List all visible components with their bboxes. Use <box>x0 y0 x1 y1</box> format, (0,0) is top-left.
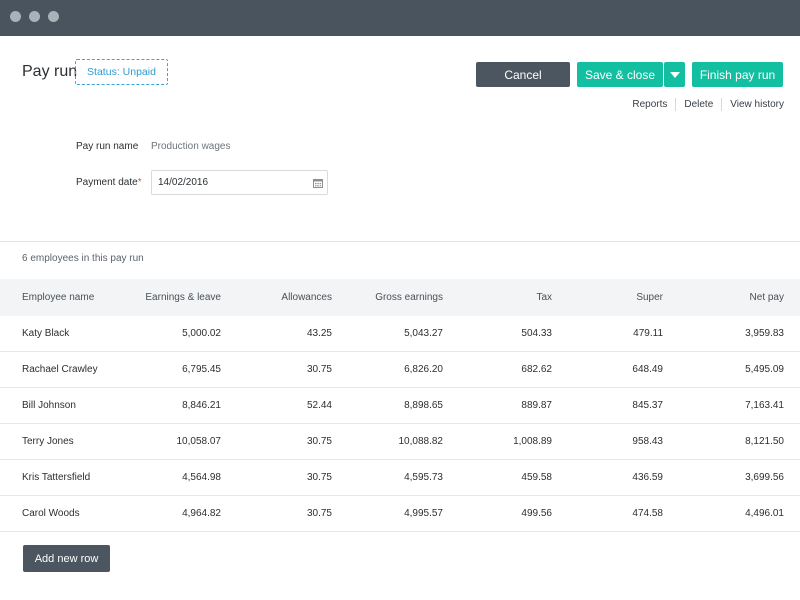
calendar-icon[interactable] <box>313 178 323 188</box>
pay-run-name-value: Production wages <box>151 141 231 152</box>
window-close-button[interactable] <box>10 11 21 22</box>
window-titlebar <box>0 0 800 36</box>
super-cell[interactable]: 648.49 <box>552 364 663 375</box>
employee-count: 6 employees in this pay run <box>22 253 144 264</box>
save-close-button[interactable]: Save & close <box>577 62 663 87</box>
net-pay-cell: 8,121.50 <box>745 436 784 447</box>
gross-earnings-cell: 6,826.20 <box>404 364 443 375</box>
cancel-button[interactable]: Cancel <box>476 62 570 87</box>
table-row[interactable]: Bill Johnson 8,846.21 52.44 8,898.65 889… <box>0 388 800 424</box>
gross-earnings-cell: 8,898.65 <box>404 400 443 411</box>
earnings-cell[interactable]: 10,058.07 <box>128 436 222 447</box>
column-header-employee-name[interactable]: Employee name <box>0 292 128 303</box>
column-header-earnings-leave[interactable]: Earnings & leave <box>128 292 221 303</box>
employee-name-cell[interactable]: Bill Johnson <box>0 400 128 411</box>
employee-name-cell[interactable]: Carol Woods <box>0 508 128 519</box>
column-header-allowances[interactable]: Allowances <box>221 292 332 303</box>
net-pay-cell: 3,699.56 <box>745 472 784 483</box>
earnings-cell[interactable]: 8,846.21 <box>128 400 221 411</box>
view-history-link[interactable]: View history <box>722 99 784 111</box>
status-badge: Status: Unpaid <box>75 59 168 85</box>
section-divider <box>0 241 800 242</box>
header-links: Reports Delete View history <box>624 98 784 111</box>
net-pay-cell: 4,496.01 <box>745 508 784 519</box>
super-cell[interactable]: 958.43 <box>552 436 663 447</box>
reports-link[interactable]: Reports <box>624 99 675 111</box>
chevron-down-icon <box>669 71 680 78</box>
earnings-cell[interactable]: 4,564.98 <box>128 472 221 483</box>
payment-date-label-text: Payment date <box>76 177 138 188</box>
window-minimize-button[interactable] <box>29 11 40 22</box>
super-cell[interactable]: 845.37 <box>552 400 663 411</box>
allowances-cell[interactable]: 30.75 <box>221 436 332 447</box>
column-header-net-pay[interactable]: Net pay <box>663 292 784 303</box>
allowances-cell[interactable]: 52.44 <box>221 400 332 411</box>
net-pay-cell: 7,163.41 <box>745 400 784 411</box>
payment-date-field[interactable]: 14/02/2016 <box>151 170 328 195</box>
table-row[interactable]: Rachael Crawley 6,795.45 30.75 6,826.20 … <box>0 352 800 388</box>
pay-run-name-label: Pay run name <box>76 141 139 152</box>
employee-name-cell[interactable]: Kris Tattersfield <box>0 472 128 483</box>
allowances-cell[interactable]: 30.75 <box>221 472 332 483</box>
tax-cell[interactable]: 499.56 <box>443 508 552 519</box>
tax-cell[interactable]: 504.33 <box>443 328 552 339</box>
tax-cell[interactable]: 889.87 <box>443 400 552 411</box>
column-header-super[interactable]: Super <box>552 292 663 303</box>
tax-cell[interactable]: 1,008.89 <box>443 436 552 447</box>
finish-pay-run-button[interactable]: Finish pay run <box>692 62 783 87</box>
employee-name-cell[interactable]: Terry Jones <box>0 436 128 447</box>
tax-cell[interactable]: 682.62 <box>443 364 552 375</box>
gross-earnings-cell: 4,995.57 <box>404 508 443 519</box>
save-options-dropdown[interactable] <box>664 62 685 87</box>
super-cell[interactable]: 479.11 <box>552 328 663 339</box>
net-pay-cell: 5,495.09 <box>745 364 784 375</box>
allowances-cell[interactable]: 43.25 <box>221 328 332 339</box>
payment-date-label: Payment date* <box>76 177 142 188</box>
table-header: Employee name Earnings & leave Allowance… <box>0 279 800 316</box>
page-title: Pay run <box>22 63 78 80</box>
window-maximize-button[interactable] <box>48 11 59 22</box>
earnings-cell[interactable]: 4,964.82 <box>128 508 221 519</box>
allowances-cell[interactable]: 30.75 <box>221 364 332 375</box>
employee-name-cell[interactable]: Katy Black <box>0 328 128 339</box>
gross-earnings-cell: 4,595.73 <box>404 472 443 483</box>
pay-run-table: Employee name Earnings & leave Allowance… <box>0 279 800 532</box>
gross-earnings-cell: 10,088.82 <box>398 436 444 447</box>
delete-link[interactable]: Delete <box>676 99 721 111</box>
table-row[interactable]: Carol Woods 4,964.82 30.75 4,995.57 499.… <box>0 496 800 532</box>
required-marker: * <box>137 177 142 188</box>
tax-cell[interactable]: 459.58 <box>443 472 552 483</box>
table-row[interactable]: Katy Black 5,000.02 43.25 5,043.27 504.3… <box>0 316 800 352</box>
allowances-cell[interactable]: 30.75 <box>221 508 332 519</box>
column-header-gross-earnings[interactable]: Gross earnings <box>332 292 443 303</box>
earnings-cell[interactable]: 5,000.02 <box>128 328 221 339</box>
payment-date-value: 14/02/2016 <box>158 177 209 188</box>
column-header-tax[interactable]: Tax <box>443 292 552 303</box>
table-row[interactable]: Terry Jones 10,058.07 30.75 10,088.82 1,… <box>0 424 800 460</box>
super-cell[interactable]: 474.58 <box>552 508 663 519</box>
table-row[interactable]: Kris Tattersfield 4,564.98 30.75 4,595.7… <box>0 460 800 496</box>
gross-earnings-cell: 5,043.27 <box>404 328 443 339</box>
add-new-row-button[interactable]: Add new row <box>23 545 110 572</box>
employee-name-cell[interactable]: Rachael Crawley <box>0 364 128 375</box>
super-cell[interactable]: 436.59 <box>552 472 663 483</box>
net-pay-cell: 3,959.83 <box>745 328 784 339</box>
earnings-cell[interactable]: 6,795.45 <box>128 364 221 375</box>
